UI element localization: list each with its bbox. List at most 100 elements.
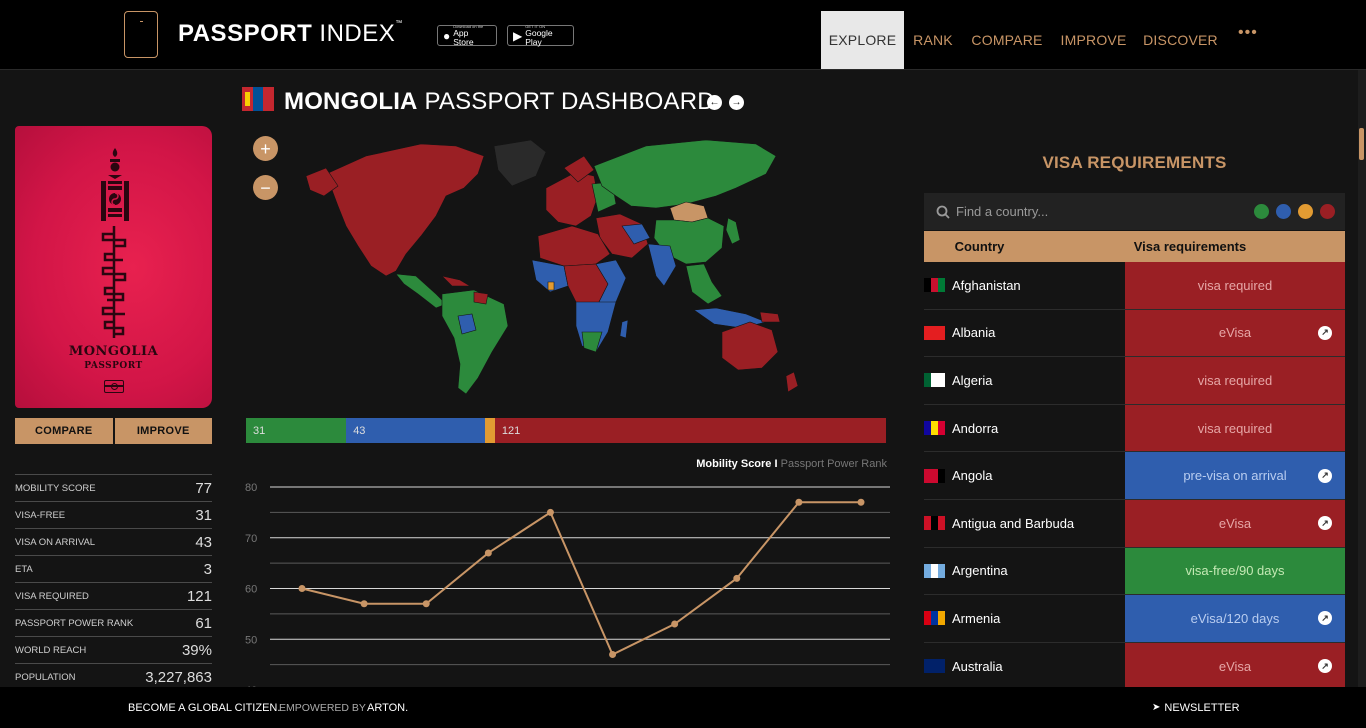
visa-table-row[interactable]: Antigua and Barbuda eVisa ↗ bbox=[924, 499, 1345, 548]
y-tick-label: 70 bbox=[245, 533, 257, 545]
filter-visa-required-dot[interactable] bbox=[1320, 204, 1335, 219]
visa-table-row[interactable]: Angola pre-visa on arrival ↗ bbox=[924, 452, 1345, 500]
filter-visa-free-dot[interactable] bbox=[1254, 204, 1269, 219]
mobility-score-point[interactable] bbox=[360, 600, 368, 608]
map-region-guianas bbox=[473, 291, 489, 305]
passport-actions: COMPARE IMPROVE bbox=[15, 418, 212, 444]
map-region-papua bbox=[759, 311, 781, 323]
stat-value: 39% bbox=[181, 641, 212, 659]
visa-requirement-cell[interactable]: eVisa ↗ bbox=[1125, 309, 1345, 357]
mobility-score-point[interactable] bbox=[857, 498, 865, 506]
country-cell[interactable]: Armenia bbox=[924, 595, 1125, 642]
mobility-score-point[interactable] bbox=[733, 574, 741, 582]
stat-value: 43 bbox=[195, 533, 212, 551]
country-flag-icon bbox=[924, 421, 945, 436]
more-menu-icon[interactable]: ••• bbox=[1238, 24, 1258, 42]
visa-requirement-cell[interactable]: visa required bbox=[1125, 357, 1345, 404]
legend-separator: I bbox=[771, 458, 781, 470]
nav-explore[interactable]: EXPLORE bbox=[821, 11, 904, 69]
visa-table-row[interactable]: Argentina visa-free/90 days bbox=[924, 547, 1345, 596]
external-link-icon[interactable]: ↗ bbox=[1318, 325, 1332, 340]
country-cell[interactable]: Albania bbox=[924, 309, 1125, 357]
visa-table-row[interactable]: Afghanistan visa required bbox=[924, 262, 1345, 310]
passport-logo-icon[interactable] bbox=[124, 11, 158, 58]
visa-requirement-text: visa required bbox=[1197, 420, 1273, 436]
mobility-score-point[interactable] bbox=[484, 549, 492, 557]
map-region-caribbean bbox=[441, 275, 472, 287]
nav-discover[interactable]: DISCOVER bbox=[1135, 11, 1226, 69]
mobility-score-point[interactable] bbox=[671, 620, 679, 628]
filter-eta-dot[interactable] bbox=[1298, 204, 1313, 219]
next-arrow-icon[interactable]: → bbox=[729, 95, 744, 110]
visa-requirement-text: visa required bbox=[1197, 372, 1273, 388]
country-cell[interactable]: Argentina bbox=[924, 547, 1125, 595]
visa-requirement-cell[interactable]: visa required bbox=[1125, 262, 1345, 309]
visa-requirement-cell[interactable]: visa required bbox=[1125, 404, 1345, 452]
visa-table-row[interactable]: Armenia eVisa/120 days ↗ bbox=[924, 595, 1345, 643]
distribution-segment bbox=[485, 418, 495, 443]
visa-requirement-cell[interactable]: visa-free/90 days bbox=[1125, 547, 1345, 595]
col-header-country[interactable]: Country bbox=[924, 231, 1035, 262]
legend-mobility-score[interactable]: Mobility Score bbox=[696, 458, 771, 470]
mobility-score-point[interactable] bbox=[609, 650, 617, 658]
mobility-score-point[interactable] bbox=[546, 508, 554, 516]
y-tick-label: 60 bbox=[245, 584, 257, 596]
google-play-badge[interactable]: ▶ GET IT ON Google Play bbox=[507, 25, 574, 46]
external-link-icon[interactable]: ↗ bbox=[1318, 659, 1332, 674]
world-map[interactable]: + − bbox=[246, 126, 886, 408]
nav-compare[interactable]: COMPARE bbox=[962, 11, 1052, 69]
improve-button[interactable]: IMPROVE bbox=[114, 418, 212, 444]
visa-requirement-cell[interactable]: eVisa ↗ bbox=[1125, 642, 1345, 687]
country-cell[interactable]: Antigua and Barbuda bbox=[924, 499, 1125, 547]
country-cell[interactable]: Australia bbox=[924, 642, 1125, 687]
compare-button[interactable]: COMPARE bbox=[15, 418, 113, 444]
world-map-svg[interactable] bbox=[246, 126, 886, 408]
map-region-west-africa-eta bbox=[547, 281, 555, 291]
country-cell[interactable]: Andorra bbox=[924, 404, 1125, 452]
zoom-out-button[interactable]: − bbox=[253, 175, 278, 200]
biometric-chip-icon bbox=[104, 380, 124, 393]
country-cell[interactable]: Angola bbox=[924, 452, 1125, 499]
visa-table-row[interactable]: Albania eVisa ↗ bbox=[924, 309, 1345, 358]
filter-visa-on-arrival-dot[interactable] bbox=[1276, 204, 1291, 219]
passport-stats: MOBILITY SCORE 77 VISA-FREE 31 VISA ON ARR… bbox=[15, 474, 212, 690]
scrollbar-thumb[interactable] bbox=[1359, 128, 1364, 160]
country-flag-icon bbox=[924, 373, 945, 388]
country-cell[interactable]: Afghanistan bbox=[924, 262, 1125, 309]
nav-rank[interactable]: RANK bbox=[904, 11, 962, 69]
visa-table-row[interactable]: Australia eVisa ↗ bbox=[924, 642, 1345, 687]
page-scrollbar[interactable] bbox=[1358, 70, 1366, 687]
country-flag-icon bbox=[924, 611, 945, 626]
passport-cover-image: MONGOLIA PASSPORT bbox=[15, 126, 212, 408]
trademark-mark: ™ bbox=[395, 20, 403, 27]
visa-requirement-text: visa required bbox=[1197, 277, 1273, 293]
country-name: Afghanistan bbox=[952, 277, 1021, 293]
legend-power-rank[interactable]: Passport Power Rank bbox=[781, 458, 887, 470]
external-link-icon[interactable]: ↗ bbox=[1318, 468, 1332, 483]
app-store-badge[interactable]: ● Download on the App Store bbox=[437, 25, 497, 46]
mobility-score-point[interactable] bbox=[795, 498, 803, 506]
visa-requirement-cell[interactable]: eVisa ↗ bbox=[1125, 499, 1345, 547]
footer-partner-link[interactable]: ARTON. bbox=[367, 702, 408, 714]
app-store-big: App Store bbox=[453, 28, 474, 47]
newsletter-link[interactable]: ➤ NEWSLETTER bbox=[1152, 702, 1240, 714]
external-link-icon[interactable]: ↗ bbox=[1318, 516, 1332, 531]
stat-label: WORLD REACH bbox=[15, 644, 87, 656]
external-link-icon[interactable]: ↗ bbox=[1318, 611, 1332, 626]
nav-improve[interactable]: IMPROVE bbox=[1052, 11, 1135, 69]
prev-arrow-icon[interactable]: ← bbox=[707, 95, 722, 110]
visa-table-row[interactable]: Andorra visa required bbox=[924, 404, 1345, 453]
google-play-big: Google Play bbox=[525, 28, 553, 47]
country-search-input[interactable] bbox=[956, 204, 1216, 219]
mobility-score-point[interactable] bbox=[422, 600, 430, 608]
visa-requirement-cell[interactable]: pre-visa on arrival ↗ bbox=[1125, 452, 1345, 499]
brand-name-bold: PASSPORT bbox=[178, 20, 313, 47]
zoom-in-button[interactable]: + bbox=[253, 136, 278, 161]
footer-tagline[interactable]: BECOME A GLOBAL CITIZEN. bbox=[128, 702, 280, 714]
visa-requirement-cell[interactable]: eVisa/120 days ↗ bbox=[1125, 595, 1345, 642]
brand-logo[interactable]: PASSPORT INDEX™ bbox=[178, 20, 403, 48]
mobility-score-point[interactable] bbox=[298, 585, 306, 592]
country-cell[interactable]: Algeria bbox=[924, 357, 1125, 404]
col-header-requirements[interactable]: Visa requirements bbox=[1035, 231, 1345, 262]
visa-table-row[interactable]: Algeria visa required bbox=[924, 357, 1345, 405]
